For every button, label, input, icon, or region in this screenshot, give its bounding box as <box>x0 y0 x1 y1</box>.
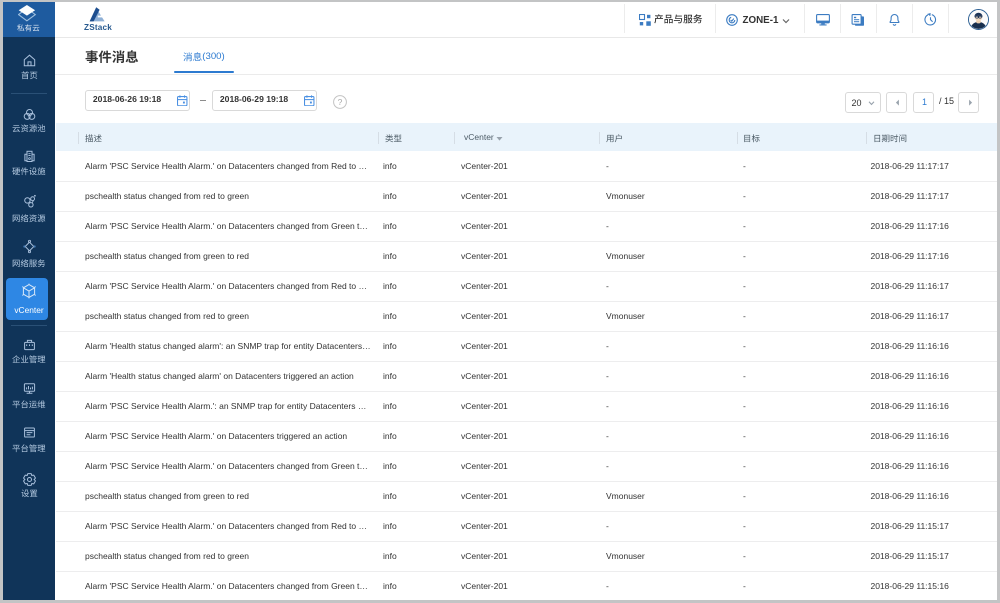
svg-text:?: ? <box>338 97 343 107</box>
